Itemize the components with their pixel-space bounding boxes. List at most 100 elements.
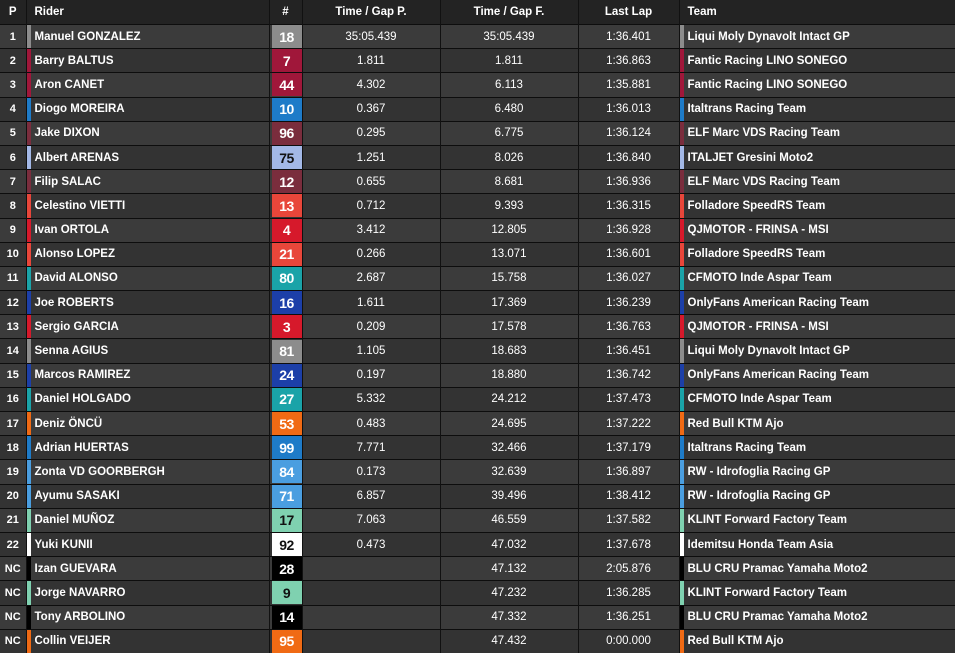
gap-previous-cell: 0.473 <box>302 531 441 557</box>
team-cell[interactable]: RW - Idrofoglia Racing GP <box>679 483 955 509</box>
last-lap-cell: 1:36.013 <box>578 96 680 122</box>
rider-cell[interactable]: Filip SALAC <box>26 169 270 194</box>
header-gap-previous[interactable]: Time / Gap P. <box>302 0 441 25</box>
rider-cell[interactable]: Tony ARBOLINO <box>26 604 270 630</box>
rider-cell[interactable]: Ivan ORTOLA <box>26 217 270 243</box>
rider-cell[interactable]: Marcos RAMIREZ <box>26 362 270 388</box>
team-cell[interactable]: ELF Marc VDS Racing Team <box>679 169 955 194</box>
team-cell[interactable]: BLU CRU Pramac Yamaha Moto2 <box>679 556 955 581</box>
team-cell[interactable]: Idemitsu Honda Team Asia <box>679 531 955 557</box>
team-cell[interactable]: CFMOTO Inde Aspar Team <box>679 386 955 412</box>
header-last-lap[interactable]: Last Lap <box>578 0 680 25</box>
rider-cell[interactable]: Daniel MUÑOZ <box>26 507 270 533</box>
rider-cell[interactable]: Senna AGIUS <box>26 338 270 364</box>
table-row[interactable]: NC Collin VEIJER 95 47.432 0:00.000 Red Bull … <box>0 628 955 653</box>
team-cell[interactable]: KLINT Forward Factory Team <box>679 580 955 605</box>
team-cell[interactable]: QJMOTOR - FRINSA - MSI <box>679 217 955 243</box>
table-row[interactable]: 12 Joe ROBERTS 16 1.611 17.369 1:36.239 OnlyFa… <box>0 290 955 315</box>
rider-name: Celestino VIETTI <box>34 199 126 212</box>
team-color-stripe <box>679 581 684 605</box>
team-cell[interactable]: CFMOTO Inde Aspar Team <box>679 265 955 291</box>
team-cell[interactable]: Fantic Racing LINO SONEGO <box>679 48 955 73</box>
table-row[interactable]: 10 Alonso LOPEZ 21 0.266 13.071 1:36.601 Folla… <box>0 241 955 267</box>
rider-cell[interactable]: Diogo MOREIRA <box>26 96 270 122</box>
gap-first-cell: 18.880 <box>440 362 579 388</box>
rider-cell[interactable]: Deniz ÖNCÜ <box>26 410 270 436</box>
rider-cell[interactable]: Manuel GONZALEZ <box>26 23 270 49</box>
rider-cell[interactable]: Barry BALTUS <box>26 48 270 73</box>
header-number[interactable]: # <box>269 0 303 25</box>
rider-cell[interactable]: Daniel HOLGADO <box>26 386 270 412</box>
table-row[interactable]: 5 Jake DIXON 96 0.295 6.775 1:36.124 ELF Marc … <box>0 120 955 146</box>
number-cell: 4 <box>269 217 303 243</box>
team-cell[interactable]: Red Bull KTM Ajo <box>679 410 955 436</box>
team-cell[interactable]: KLINT Forward Factory Team <box>679 507 955 533</box>
team-cell[interactable]: Liqui Moly Dynavolt Intact GP <box>679 338 955 364</box>
table-row[interactable]: 18 Adrian HUERTAS 99 7.771 32.466 1:37.179 Ita… <box>0 435 955 460</box>
table-row[interactable]: 4 Diogo MOREIRA 10 0.367 6.480 1:36.013 Italtr… <box>0 96 955 122</box>
rider-name: Tony ARBOLINO <box>34 611 126 624</box>
table-row[interactable]: NC Jorge NAVARRO 9 47.232 1:36.285 KLINT Forw… <box>0 580 955 605</box>
last-lap-cell: 1:36.840 <box>578 144 680 170</box>
table-row[interactable]: NC Izan GUEVARA 28 47.132 2:05.876 BLU CRU Pr… <box>0 556 955 581</box>
rider-cell[interactable]: Sergio GARCIA <box>26 314 270 339</box>
team-cell[interactable]: Red Bull KTM Ajo <box>679 628 955 653</box>
team-cell[interactable]: Liqui Moly Dynavolt Intact GP <box>679 23 955 49</box>
rider-cell[interactable]: Joe ROBERTS <box>26 290 270 315</box>
table-row[interactable]: 20 Ayumu SASAKI 71 6.857 39.496 1:38.412 RW - … <box>0 483 955 509</box>
team-color-stripe <box>26 606 31 629</box>
table-row[interactable]: NC Tony ARBOLINO 14 47.332 1:36.251 BLU CRU P… <box>0 604 955 630</box>
team-color-stripe <box>26 533 31 557</box>
rider-cell[interactable]: Ayumu SASAKI <box>26 483 270 509</box>
rider-cell[interactable]: Yuki KUNII <box>26 531 270 557</box>
team-cell[interactable]: Folladore SpeedRS Team <box>679 193 955 218</box>
team-name: BLU CRU Pramac Yamaha Moto2 <box>687 611 868 624</box>
team-cell[interactable]: ELF Marc VDS Racing Team <box>679 120 955 146</box>
table-row[interactable]: 22 Yuki KUNII 92 0.473 47.032 1:37.678 Idemits… <box>0 531 955 557</box>
team-cell[interactable]: ITALJET Gresini Moto2 <box>679 144 955 170</box>
team-cell[interactable]: RW - Idrofoglia Racing GP <box>679 459 955 485</box>
team-cell[interactable]: OnlyFans American Racing Team <box>679 290 955 315</box>
team-cell[interactable]: QJMOTOR - FRINSA - MSI <box>679 314 955 339</box>
rider-cell[interactable]: Collin VEIJER <box>26 628 270 653</box>
table-row[interactable]: 11 David ALONSO 80 2.687 15.758 1:36.027 CFMOT… <box>0 265 955 291</box>
header-team[interactable]: Team <box>679 0 955 25</box>
table-row[interactable]: 13 Sergio GARCIA 3 0.209 17.578 1:36.763 QJMOT… <box>0 314 955 339</box>
team-cell[interactable]: Italtrans Racing Team <box>679 435 955 460</box>
header-rider[interactable]: Rider <box>26 0 270 25</box>
rider-number-badge: 28 <box>271 557 301 581</box>
rider-cell[interactable]: David ALONSO <box>26 265 270 291</box>
table-row[interactable]: 1 Manuel GONZALEZ 18 35:05.439 35:05.439 1:36… <box>0 23 955 49</box>
rider-cell[interactable]: Zonta VD GOORBERGH <box>26 459 270 485</box>
table-row[interactable]: 9 Ivan ORTOLA 4 3.412 12.805 1:36.928 QJMOTOR … <box>0 217 955 243</box>
position-cell: 11 <box>0 265 27 291</box>
rider-cell[interactable]: Celestino VIETTI <box>26 193 270 218</box>
rider-number-badge: 24 <box>271 364 301 387</box>
table-row[interactable]: 8 Celestino VIETTI 13 0.712 9.393 1:36.315 Fol… <box>0 193 955 218</box>
header-position[interactable]: P <box>0 0 27 25</box>
header-gap-first[interactable]: Time / Gap F. <box>440 0 579 25</box>
table-row[interactable]: 16 Daniel HOLGADO 27 5.332 24.212 1:37.473 CFM… <box>0 386 955 412</box>
table-row[interactable]: 15 Marcos RAMIREZ 24 0.197 18.880 1:36.742 Onl… <box>0 362 955 388</box>
rider-cell[interactable]: Izan GUEVARA <box>26 556 270 581</box>
team-cell[interactable]: OnlyFans American Racing Team <box>679 362 955 388</box>
team-cell[interactable]: Folladore SpeedRS Team <box>679 241 955 267</box>
table-row[interactable]: 7 Filip SALAC 12 0.655 8.681 1:36.936 ELF Marc… <box>0 169 955 194</box>
team-cell[interactable]: Fantic Racing LINO SONEGO <box>679 72 955 98</box>
rider-cell[interactable]: Jake DIXON <box>26 120 270 146</box>
table-row[interactable]: 21 Daniel MUÑOZ 17 7.063 46.559 1:37.582 KLINT… <box>0 507 955 533</box>
team-cell[interactable]: Italtrans Racing Team <box>679 96 955 122</box>
rider-cell[interactable]: Adrian HUERTAS <box>26 435 270 460</box>
rider-cell[interactable]: Jorge NAVARRO <box>26 580 270 605</box>
table-row[interactable]: 19 Zonta VD GOORBERGH 84 0.173 32.639 1:36.89… <box>0 459 955 485</box>
rider-cell[interactable]: Aron CANET <box>26 72 270 98</box>
rider-number-badge: 21 <box>271 243 301 266</box>
rider-cell[interactable]: Alonso LOPEZ <box>26 241 270 267</box>
table-row[interactable]: 17 Deniz ÖNCÜ 53 0.483 24.695 1:37.222 Red Bul… <box>0 410 955 436</box>
table-row[interactable]: 3 Aron CANET 44 4.302 6.113 1:35.881 Fantic Ra… <box>0 72 955 98</box>
team-cell[interactable]: BLU CRU Pramac Yamaha Moto2 <box>679 604 955 630</box>
table-row[interactable]: 2 Barry BALTUS 7 1.811 1.811 1:36.863 Fantic R… <box>0 48 955 73</box>
rider-cell[interactable]: Albert ARENAS <box>26 144 270 170</box>
table-row[interactable]: 14 Senna AGIUS 81 1.105 18.683 1:36.451 Liqui … <box>0 338 955 364</box>
table-row[interactable]: 6 Albert ARENAS 75 1.251 8.026 1:36.840 ITALJE… <box>0 144 955 170</box>
